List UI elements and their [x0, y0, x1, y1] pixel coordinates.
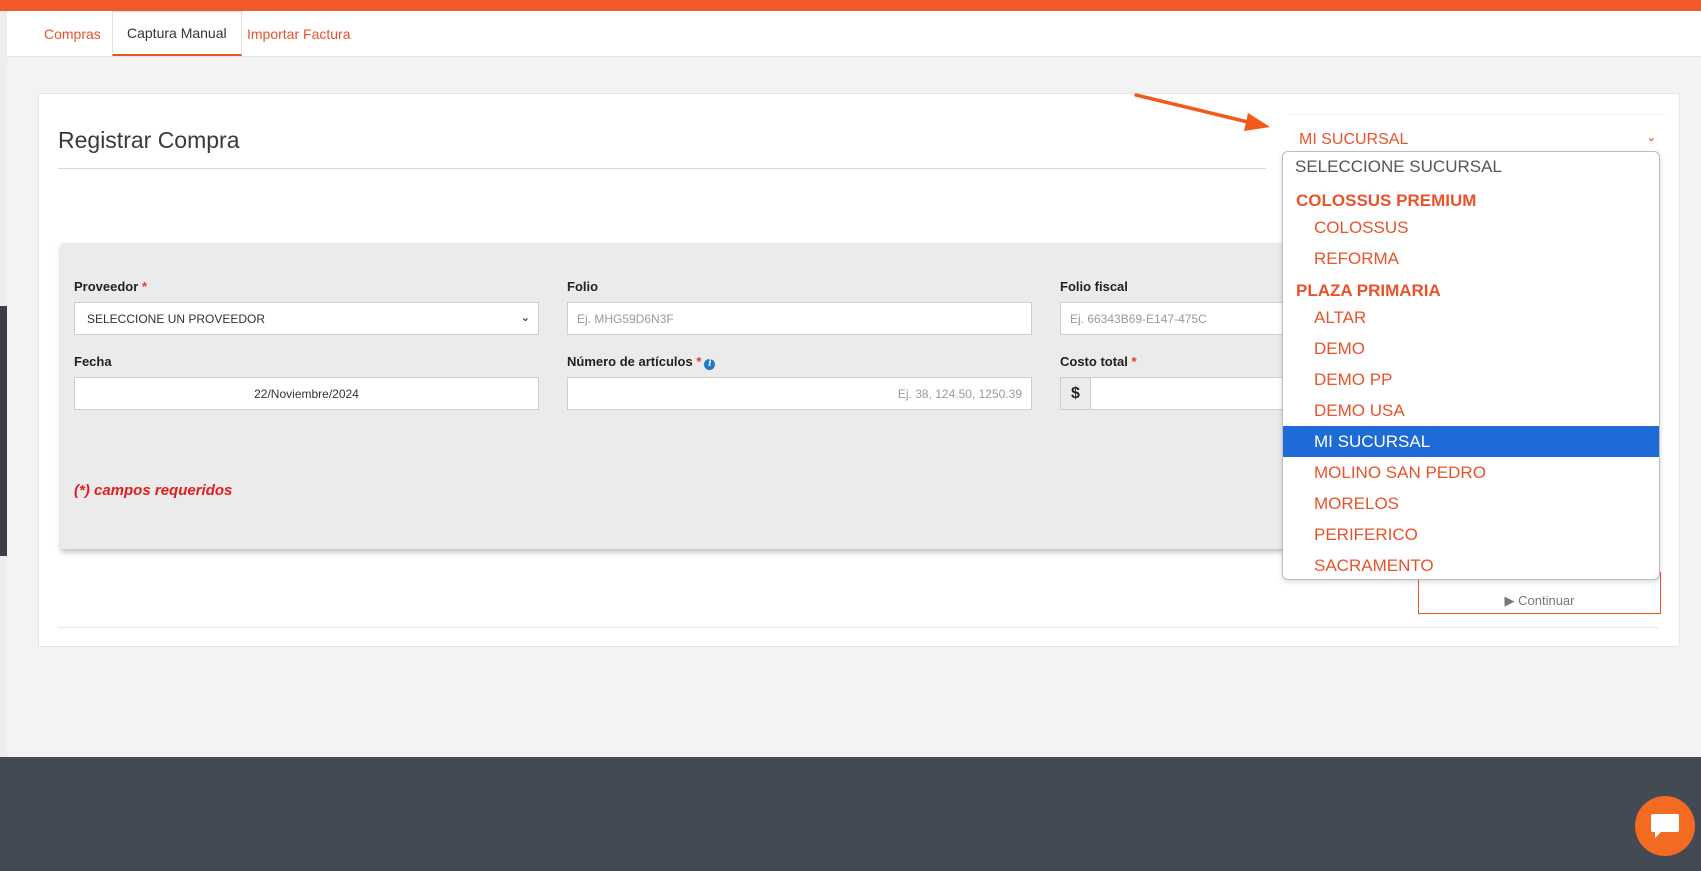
- annotation-arrow-icon: [1134, 93, 1270, 131]
- chat-button[interactable]: [1635, 796, 1695, 856]
- chevron-down-icon: ⌄: [520, 312, 530, 324]
- left-edge: [0, 11, 7, 757]
- folio-field[interactable]: [567, 302, 1032, 335]
- numero-articulos-input[interactable]: [568, 378, 1031, 409]
- fecha-field[interactable]: [74, 377, 539, 410]
- dropdown-group-colossus-premium: COLOSSUS PREMIUM: [1296, 191, 1477, 210]
- proveedor-label: Proveedor *: [74, 279, 147, 294]
- dropdown-option[interactable]: COLOSSUS: [1283, 212, 1659, 243]
- numero-articulos-label: Número de artículos * i: [567, 354, 716, 370]
- dropdown-option[interactable]: ALTAR: [1283, 302, 1659, 333]
- page-title: Registrar Compra: [58, 127, 240, 153]
- chevron-down-icon: ⌄: [1646, 132, 1656, 144]
- required-asterisk: *: [696, 354, 702, 369]
- folio-label: Folio: [567, 279, 599, 294]
- top-bar: [0, 0, 1701, 11]
- branch-dropdown-list[interactable]: SELECCIONE SUCURSAL COLOSSUS PREMIUM COL…: [1282, 151, 1660, 580]
- costo-total-field[interactable]: [1090, 377, 1300, 410]
- dropdown-group-plaza-primaria: PLAZA PRIMARIA: [1296, 281, 1441, 300]
- title-divider: [58, 168, 1266, 169]
- fecha-label: Fecha: [74, 354, 112, 369]
- fecha-input[interactable]: [75, 378, 538, 409]
- folio-input[interactable]: [568, 303, 1031, 334]
- bottom-divider: [58, 627, 1658, 628]
- costo-total-input[interactable]: [1091, 378, 1299, 409]
- tab-importar-factura[interactable]: Importar Factura: [233, 11, 364, 57]
- dropdown-option-selected[interactable]: MI SUCURSAL: [1283, 426, 1659, 457]
- dropdown-option[interactable]: MOLINO SAN PEDRO: [1283, 457, 1659, 488]
- dropdown-option[interactable]: DEMO: [1283, 333, 1659, 364]
- required-fields-note: (*) campos requeridos: [74, 482, 233, 499]
- costo-total-label: Costo total *: [1060, 354, 1137, 369]
- tab-compras[interactable]: Compras: [30, 11, 115, 57]
- branch-select[interactable]: MI SUCURSAL ⌄: [1288, 114, 1666, 152]
- required-asterisk: *: [141, 279, 147, 294]
- required-asterisk: *: [1131, 354, 1137, 369]
- dropdown-option[interactable]: MORELOS: [1283, 488, 1659, 519]
- numero-articulos-field[interactable]: [567, 377, 1032, 410]
- dropdown-option[interactable]: DEMO USA: [1283, 395, 1659, 426]
- left-edge-dark: [0, 306, 7, 556]
- dropdown-option[interactable]: REFORMA: [1283, 243, 1659, 274]
- folio-fiscal-field[interactable]: [1060, 302, 1300, 335]
- proveedor-select[interactable]: SELECCIONE UN PROVEEDOR ⌄: [74, 302, 539, 335]
- tab-bar: Compras Captura Manual Importar Factura: [7, 11, 1701, 57]
- folio-fiscal-input[interactable]: [1061, 303, 1299, 334]
- dropdown-option[interactable]: SACRAMENTO: [1283, 550, 1659, 579]
- info-icon[interactable]: i: [704, 359, 716, 370]
- proveedor-select-value: SELECCIONE UN PROVEEDOR: [87, 312, 266, 326]
- currency-addon: $: [1060, 377, 1091, 410]
- folio-fiscal-label: Folio fiscal: [1060, 279, 1128, 294]
- purchase-form-panel: Proveedor * SELECCIONE UN PROVEEDOR ⌄ Fo…: [61, 243, 1311, 549]
- dropdown-option[interactable]: DEMO PP: [1283, 364, 1659, 395]
- chat-bubble-icon: [1651, 814, 1679, 838]
- dropdown-option[interactable]: PERIFERICO: [1283, 519, 1659, 550]
- dropdown-option-placeholder[interactable]: SELECCIONE SUCURSAL: [1283, 152, 1659, 184]
- tab-captura-manual[interactable]: Captura Manual: [112, 11, 242, 56]
- branch-select-value: MI SUCURSAL: [1299, 131, 1409, 148]
